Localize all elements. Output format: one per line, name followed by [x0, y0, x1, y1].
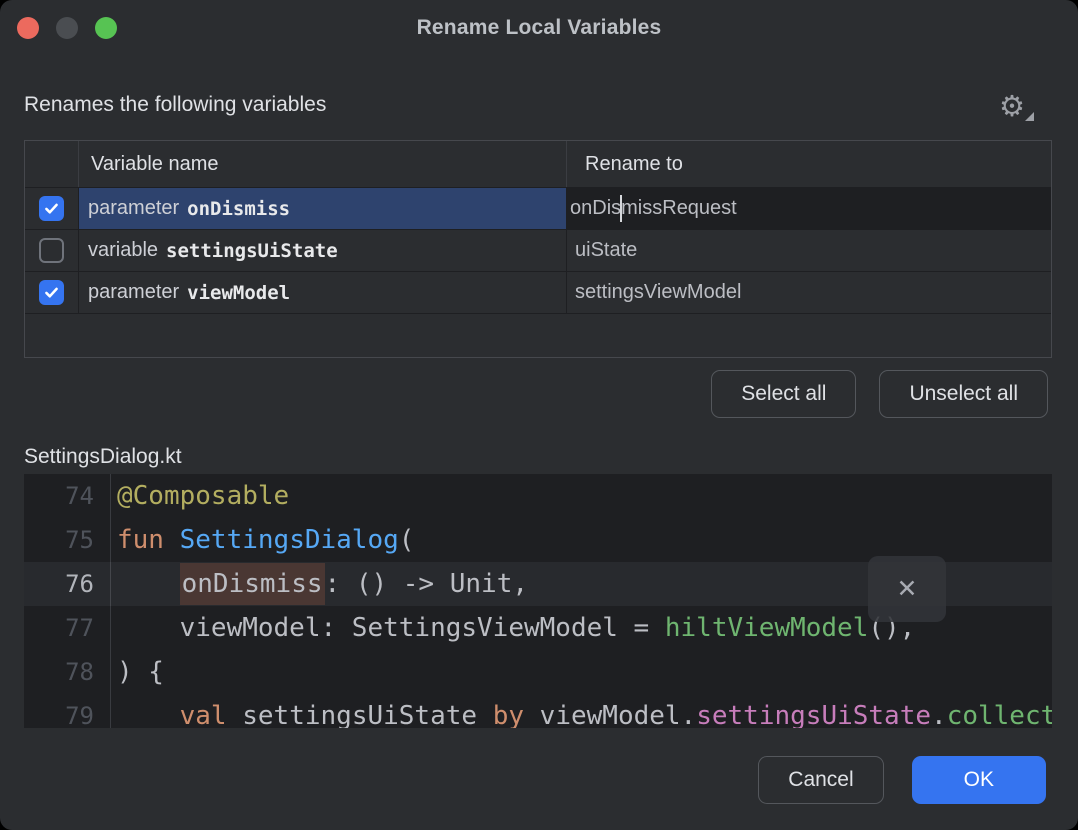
- code-line-text: ) {: [110, 650, 164, 694]
- table-row[interactable]: parameter onDismiss onDismissRequest: [25, 188, 1051, 230]
- column-header-variable-name: Variable name: [79, 141, 567, 187]
- code-token: (: [399, 525, 415, 555]
- variable-name-label: settingsUiState: [166, 240, 338, 262]
- code-line: 79 val settingsUiState by viewModel.sett…: [24, 694, 1052, 728]
- selection-buttons: Select all Unselect all: [711, 370, 1048, 418]
- code-line-text: onDismiss: () -> Unit,: [110, 562, 528, 606]
- rename-text-before-caret: onDis: [570, 197, 621, 220]
- code-token: settingsUiState: [696, 701, 931, 728]
- rename-to-cell[interactable]: uiState: [567, 230, 1051, 271]
- table-row[interactable]: parameter viewModel settingsViewModel: [25, 272, 1051, 314]
- line-number: 78: [24, 658, 110, 686]
- zoom-window-icon[interactable]: [95, 17, 117, 39]
- rename-dialog-window: Rename Local Variables Renames the follo…: [0, 0, 1078, 830]
- rename-inline-editor[interactable]: onDismissRequest: [570, 195, 737, 222]
- variable-name-cell[interactable]: variable settingsUiState: [79, 230, 567, 271]
- select-all-button[interactable]: Select all: [711, 370, 856, 418]
- code-token: val: [180, 701, 243, 728]
- code-token: @Composable: [117, 481, 289, 511]
- code-line: 74@Composable: [24, 474, 1052, 518]
- line-number: 76: [24, 570, 110, 598]
- rename-to-value: uiState: [575, 239, 637, 262]
- code-preview-editor[interactable]: 74@Composable75fun SettingsDialog(76 onD…: [24, 474, 1052, 728]
- code-token: viewModel: SettingsViewModel =: [117, 613, 665, 643]
- settings-gear-button[interactable]: ⚙: [999, 88, 1039, 126]
- traffic-lights: [17, 17, 117, 39]
- line-number: 74: [24, 482, 110, 510]
- variable-name-label: onDismiss: [187, 198, 290, 220]
- variable-kind-label: parameter: [88, 281, 179, 304]
- variable-name-cell[interactable]: parameter viewModel: [79, 272, 567, 313]
- cancel-button[interactable]: Cancel: [758, 756, 883, 804]
- table-header: Variable name Rename to: [25, 141, 1051, 188]
- rename-to-cell[interactable]: onDismissRequest: [567, 188, 1051, 229]
- code-line: 78) {: [24, 650, 1052, 694]
- row-checkbox[interactable]: [39, 196, 64, 221]
- code-token: : () -> Unit,: [325, 569, 529, 599]
- table-body: parameteronDismissonDismissRequestvariab…: [25, 188, 1051, 314]
- preview-file-name: SettingsDialog.kt: [24, 445, 182, 469]
- close-icon: ✕: [897, 574, 918, 604]
- close-window-icon[interactable]: [17, 17, 39, 39]
- line-number: 79: [24, 702, 110, 728]
- checkmark-icon: [43, 284, 60, 301]
- line-number: 77: [24, 614, 110, 642]
- title-bar: Rename Local Variables: [0, 0, 1078, 56]
- row-checkbox[interactable]: [39, 238, 64, 263]
- close-preview-button[interactable]: ✕: [868, 556, 946, 622]
- code-token: fun: [117, 525, 180, 555]
- code-token: by: [493, 701, 540, 728]
- code-token: [117, 569, 180, 599]
- column-header-rename-to: Rename to: [567, 141, 1051, 187]
- rename-to-value: settingsViewModel: [575, 281, 741, 304]
- dialog-action-buttons: Cancel OK: [758, 756, 1046, 804]
- dialog-description: Renames the following variables: [24, 93, 326, 117]
- unselect-all-button[interactable]: Unselect all: [879, 370, 1048, 418]
- code-line-text: viewModel: SettingsViewModel = hiltViewM…: [110, 606, 915, 650]
- code-token: hiltViewModel: [665, 613, 869, 643]
- code-token: settingsUiState: [242, 701, 492, 728]
- code-token: collect: [947, 701, 1052, 728]
- table-row[interactable]: variable settingsUiState uiState: [25, 230, 1051, 272]
- code-line-text: @Composable: [110, 474, 289, 518]
- variable-name-label: viewModel: [187, 282, 290, 304]
- variable-kind-label: variable: [88, 239, 158, 262]
- variable-name-cell[interactable]: parameter onDismiss: [79, 188, 567, 229]
- renamed-usage-highlight: onDismiss: [180, 563, 325, 605]
- dropdown-caret-icon: [1025, 112, 1034, 121]
- window-title: Rename Local Variables: [417, 16, 662, 40]
- line-number: 75: [24, 526, 110, 554]
- ok-button[interactable]: OK: [912, 756, 1046, 804]
- checkbox-cell: [25, 230, 79, 271]
- variables-table: Variable name Rename to parameter onDismi…: [24, 140, 1052, 358]
- code-token: SettingsDialog: [180, 525, 399, 555]
- checkmark-icon: [43, 200, 60, 217]
- checkbox-cell: [25, 188, 79, 229]
- rename-to-cell[interactable]: settingsViewModel: [567, 272, 1051, 313]
- gear-icon: ⚙: [999, 91, 1025, 123]
- code-token: viewModel.: [540, 701, 697, 728]
- code-token: ) {: [117, 657, 164, 687]
- variable-kind-label: parameter: [88, 197, 179, 220]
- code-line-text: val settingsUiState by viewModel.setting…: [110, 694, 1052, 728]
- rename-text-after-caret: missRequest: [621, 197, 737, 220]
- code-token: .: [931, 701, 947, 728]
- code-token: [117, 701, 180, 728]
- minimize-window-icon[interactable]: [56, 17, 78, 39]
- code-line-text: fun SettingsDialog(: [110, 518, 414, 562]
- row-checkbox[interactable]: [39, 280, 64, 305]
- column-header-checkbox: [25, 141, 79, 187]
- checkbox-cell: [25, 272, 79, 313]
